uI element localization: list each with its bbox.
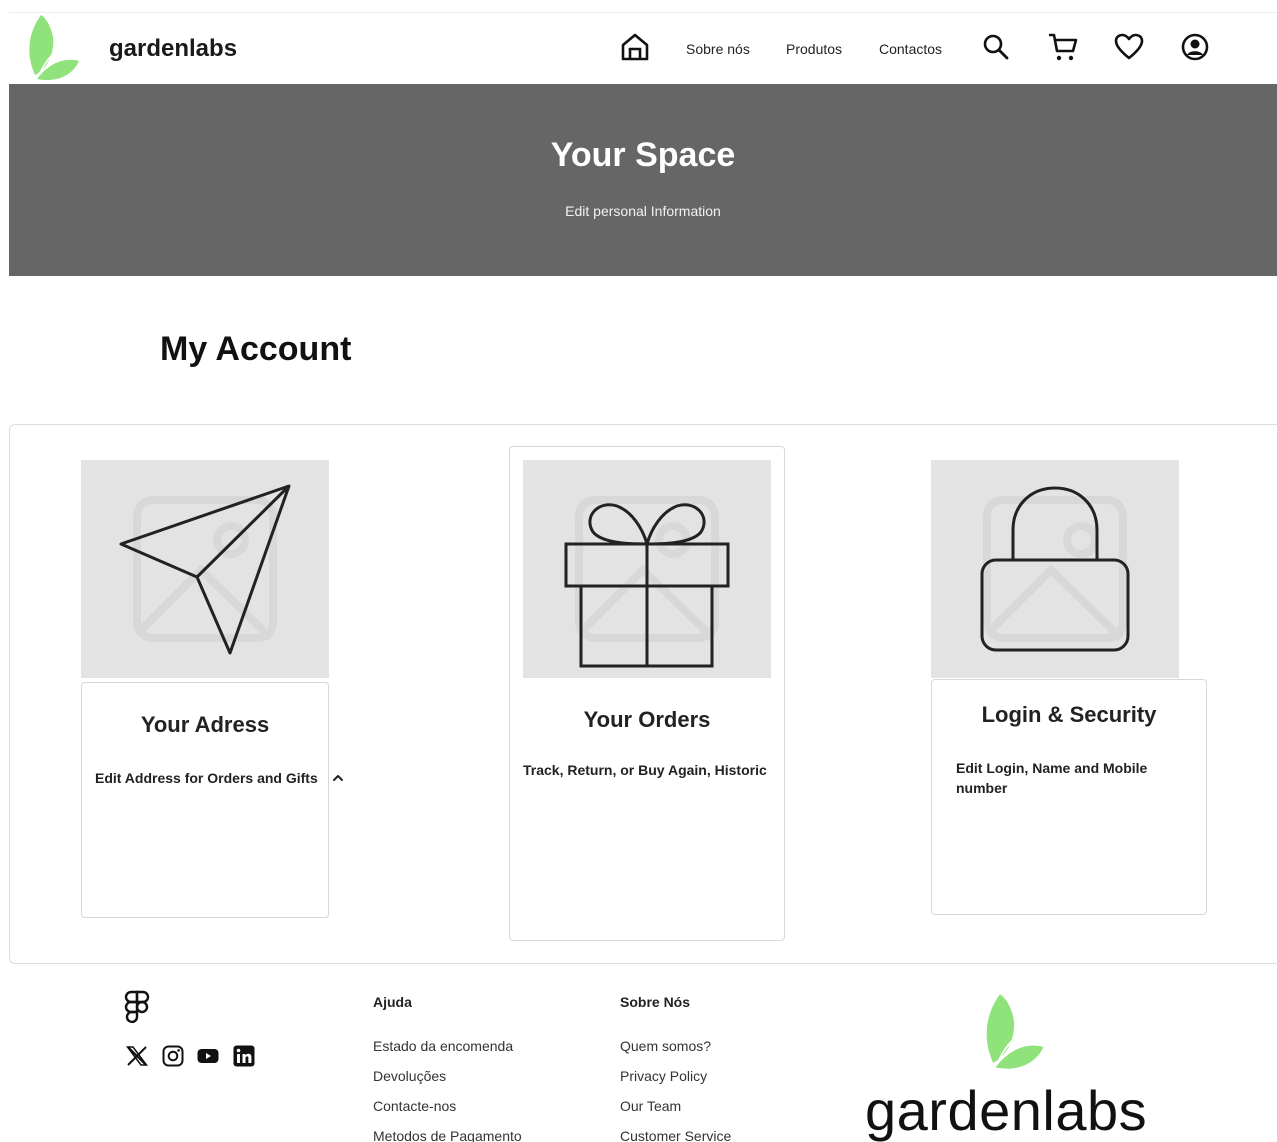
nav-sobre-nos[interactable]: Sobre nós [686, 41, 750, 57]
linkedin-icon[interactable] [232, 1044, 256, 1068]
user-icon[interactable] [1179, 31, 1211, 63]
footer-link[interactable]: Metodos de Pagamento [373, 1128, 522, 1142]
footer-link[interactable]: Contacte-nos [373, 1098, 456, 1114]
footer-link[interactable]: Our Team [620, 1098, 681, 1114]
hero-subtitle: Edit personal Information [565, 203, 721, 219]
address-card-image[interactable] [81, 460, 329, 678]
footer-ajuda-title: Ajuda [373, 994, 412, 1010]
footer-link[interactable]: Devoluções [373, 1068, 446, 1084]
footer-brand-name: gardenlabs [865, 1079, 1148, 1142]
login-security-card-image[interactable] [931, 460, 1179, 678]
heart-icon[interactable] [1113, 31, 1145, 63]
site-header: gardenlabs Sobre nós Produtos Contactos [9, 12, 1277, 84]
page-title: My Account [160, 330, 352, 368]
gift-icon [564, 503, 730, 668]
chevron-up-icon[interactable] [331, 771, 345, 785]
footer-link[interactable]: Estado da encomenda [373, 1038, 513, 1054]
figma-icon[interactable] [124, 990, 150, 1026]
cart-icon[interactable] [1047, 31, 1079, 63]
footer-link[interactable]: Customer Service [620, 1128, 731, 1142]
nav-produtos[interactable]: Produtos [786, 41, 842, 57]
address-card-title: Your Adress [140, 712, 270, 737]
hero-title: Your Space [550, 136, 736, 174]
footer-link[interactable]: Privacy Policy [620, 1068, 707, 1084]
login-security-card-desc: Edit Login, Name and Mobile number [956, 760, 1148, 796]
footer-sobre-title: Sobre Nós [620, 994, 691, 1010]
address-card-desc: Edit Address for Orders and Gifts [95, 770, 318, 786]
footer-link[interactable]: Quem somos? [620, 1038, 711, 1054]
home-icon[interactable] [619, 31, 651, 63]
login-security-card-title: Login & Security [981, 702, 1157, 727]
send-icon [119, 484, 291, 655]
orders-card-title: Your Orders [583, 707, 711, 732]
lock-icon [980, 486, 1130, 652]
instagram-icon[interactable] [161, 1044, 185, 1068]
search-icon[interactable] [980, 31, 1012, 63]
x-icon[interactable] [125, 1044, 149, 1068]
orders-card-image[interactable] [523, 460, 771, 678]
hero-banner: Your Space Edit personal Information [9, 84, 1277, 276]
gardenlabs-logo-icon[interactable] [27, 13, 83, 83]
orders-card-desc: Track, Return, or Buy Again, Historic [523, 762, 767, 778]
gardenlabs-logo-icon [986, 994, 1044, 1069]
brand-name[interactable]: gardenlabs [109, 35, 237, 63]
youtube-icon[interactable] [196, 1044, 220, 1068]
nav-contactos[interactable]: Contactos [879, 41, 942, 57]
